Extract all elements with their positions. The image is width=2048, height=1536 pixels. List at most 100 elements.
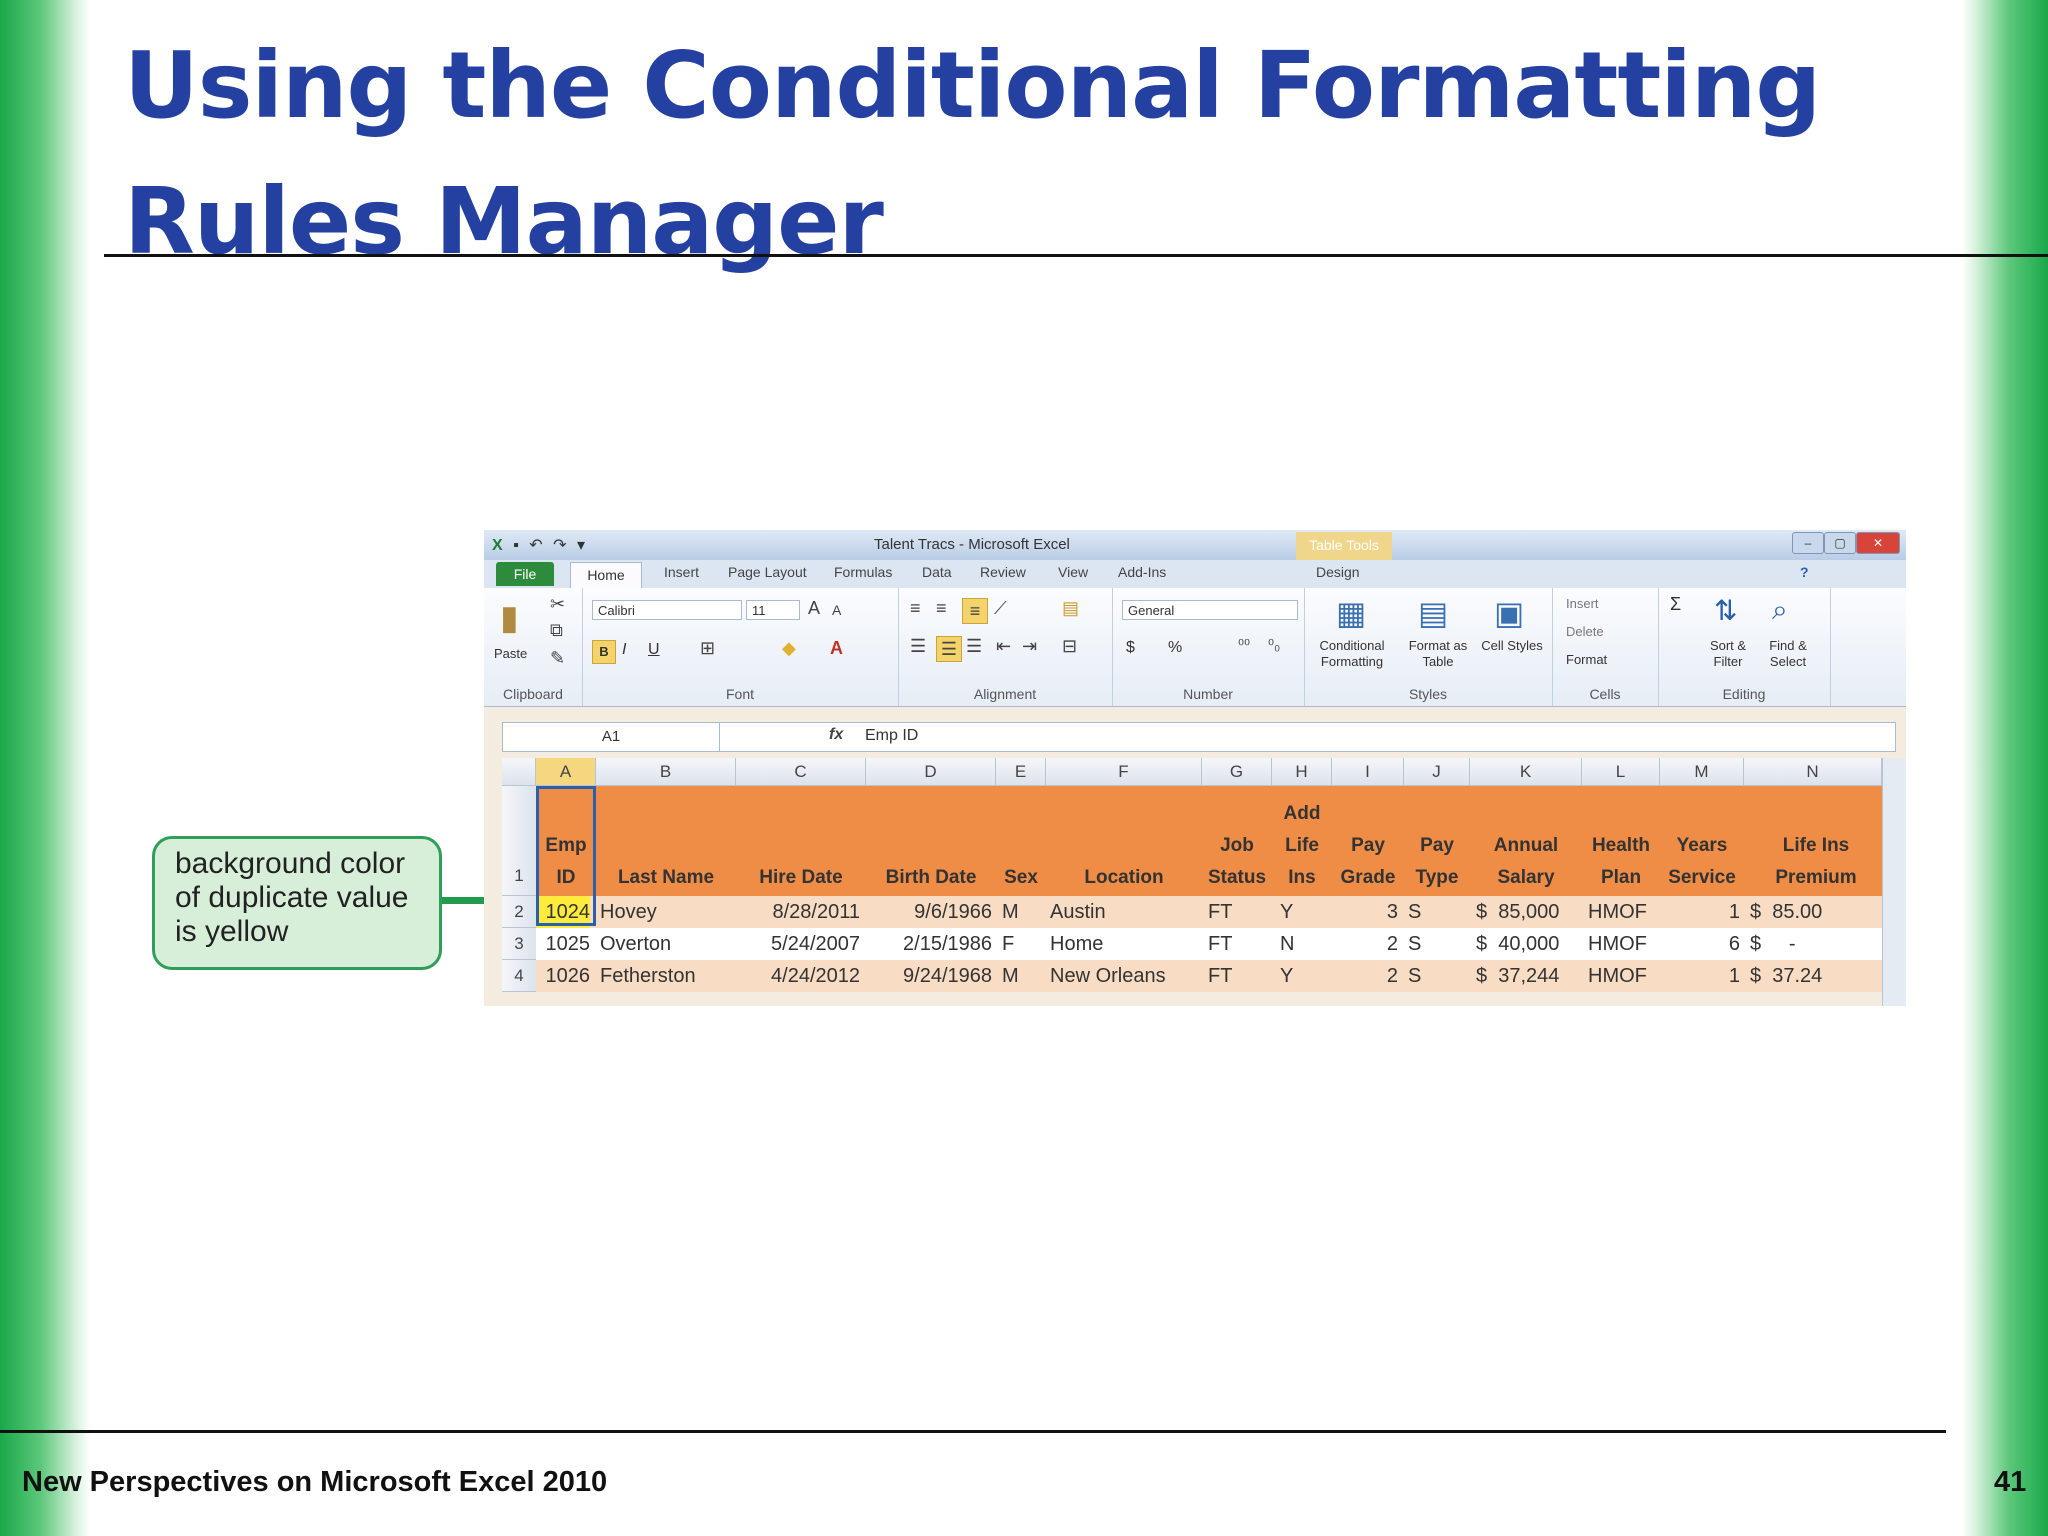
column-header-k[interactable]: K (1470, 758, 1582, 786)
help-icon[interactable]: ? (1800, 564, 1809, 580)
cell-last-name[interactable]: Hovey (600, 896, 736, 928)
fill-color-icon[interactable]: ◆ (782, 638, 796, 659)
tab-insert[interactable]: Insert (664, 564, 699, 580)
conditional-formatting-icon[interactable]: ▦ (1336, 594, 1366, 632)
align-center-icon[interactable]: ☰ (936, 636, 962, 662)
font-size-box[interactable]: 11 (746, 600, 800, 620)
column-header-a[interactable]: A (536, 758, 596, 786)
column-header-i[interactable]: I (1332, 758, 1404, 786)
bold-button[interactable]: B (592, 640, 616, 664)
formula-input[interactable]: Emp ID (865, 727, 918, 745)
border-icon[interactable]: ⊞ (700, 638, 715, 659)
column-header-g[interactable]: G (1202, 758, 1272, 786)
cell-job-status[interactable]: FT (1208, 928, 1268, 960)
merge-center-icon[interactable]: ⊟ (1062, 636, 1077, 657)
underline-button[interactable]: U (648, 642, 660, 658)
header-job-status[interactable]: Job Status (1202, 786, 1272, 896)
header-pay-grade[interactable]: Pay Grade (1332, 786, 1404, 896)
align-middle-icon[interactable]: ≡ (936, 598, 947, 619)
autosum-button[interactable]: Σ (1670, 595, 1681, 613)
column-header-f[interactable]: F (1046, 758, 1202, 786)
column-header-l[interactable]: L (1582, 758, 1660, 786)
tab-page-layout[interactable]: Page Layout (728, 564, 807, 580)
grow-font-icon[interactable]: A (808, 598, 820, 619)
fx-icon[interactable]: fx (829, 726, 843, 744)
header-life-ins-premium[interactable]: Life Ins Premium (1744, 786, 1882, 896)
redo-icon[interactable]: ↷ (553, 535, 566, 555)
cell-pay-grade[interactable]: 2 (1332, 960, 1398, 992)
currency-button[interactable]: $ (1126, 640, 1135, 656)
column-header-n[interactable]: N (1744, 758, 1882, 786)
column-header-d[interactable]: D (866, 758, 996, 786)
cell-location[interactable]: Austin (1050, 896, 1200, 928)
cell-styles-button[interactable]: Cell Styles (1480, 638, 1544, 654)
paste-icon[interactable]: ▮ (500, 598, 519, 638)
cell-pay-grade[interactable]: 2 (1332, 928, 1398, 960)
tab-home[interactable]: Home (570, 562, 642, 589)
sort-filter-icon[interactable]: ⇅ (1714, 594, 1737, 627)
cell-add-life-ins[interactable]: N (1280, 928, 1330, 960)
tab-data[interactable]: Data (922, 564, 952, 580)
cell-health-plan[interactable]: HMOF (1588, 896, 1660, 928)
orientation-icon[interactable]: ⟋ (994, 598, 1007, 619)
close-button[interactable]: ✕ (1856, 532, 1900, 554)
row-header-1[interactable]: 1 (502, 786, 536, 896)
cell-life-ins-premium[interactable]: $ 85.00 (1750, 896, 1882, 928)
cell-years-service[interactable]: 6 (1666, 928, 1740, 960)
header-sex[interactable]: Sex (996, 786, 1046, 896)
italic-button[interactable]: I (622, 642, 626, 658)
align-right-icon[interactable]: ☰ (966, 636, 982, 657)
cell-life-ins-premium[interactable]: $ 37.24 (1750, 960, 1882, 992)
sort-filter-button[interactable]: Sort & Filter (1702, 638, 1754, 670)
cell-location[interactable]: New Orleans (1050, 960, 1200, 992)
cell-years-service[interactable]: 1 (1666, 960, 1740, 992)
header-last-name[interactable]: Last Name (596, 786, 736, 896)
qat-dropdown-icon[interactable]: ▾ (577, 535, 585, 555)
number-format-box[interactable]: General (1122, 600, 1298, 620)
cell-birth-date[interactable]: 2/15/1986 (866, 928, 992, 960)
find-select-icon[interactable]: ⌕ (1772, 594, 1788, 627)
cell-pay-type[interactable]: S (1408, 928, 1464, 960)
column-header-b[interactable]: B (596, 758, 736, 786)
column-header-e[interactable]: E (996, 758, 1046, 786)
cell-emp-id[interactable]: 1025 (536, 928, 591, 960)
undo-icon[interactable]: ↶ (529, 535, 542, 555)
tab-formulas[interactable]: Formulas (834, 564, 892, 580)
conditional-formatting-button[interactable]: Conditional Formatting (1308, 638, 1396, 670)
column-header-h[interactable]: H (1272, 758, 1332, 786)
format-as-table-button[interactable]: Format as Table (1400, 638, 1476, 670)
save-icon[interactable]: ▪ (513, 537, 519, 555)
cell-sex[interactable]: M (1002, 896, 1046, 928)
column-header-m[interactable]: M (1660, 758, 1744, 786)
cell-emp-id[interactable]: 1026 (536, 960, 591, 992)
tab-file[interactable]: File (496, 562, 554, 586)
row-header-3[interactable]: 3 (502, 928, 536, 960)
select-all-corner[interactable] (502, 758, 536, 786)
cell-sex[interactable]: F (1002, 928, 1046, 960)
vertical-scrollbar[interactable] (1882, 758, 1906, 1006)
tab-add-ins[interactable]: Add-Ins (1118, 564, 1166, 580)
cell-birth-date[interactable]: 9/24/1968 (866, 960, 992, 992)
cell-job-status[interactable]: FT (1208, 896, 1268, 928)
cell-life-ins-premium[interactable]: $ - (1750, 928, 1882, 960)
format-painter-icon[interactable]: ✎ (550, 648, 565, 669)
align-bottom-icon[interactable]: ≡ (962, 598, 988, 624)
header-years-service[interactable]: Years Service (1660, 786, 1744, 896)
header-health-plan[interactable]: Health Plan (1582, 786, 1660, 896)
cell-hire-date[interactable]: 5/24/2007 (736, 928, 860, 960)
cell-add-life-ins[interactable]: Y (1280, 960, 1330, 992)
maximize-button[interactable]: ▢ (1824, 532, 1856, 554)
name-box[interactable]: A1 (503, 723, 720, 751)
paste-button[interactable]: Paste (494, 646, 527, 662)
decrease-indent-icon[interactable]: ⇤ (996, 636, 1011, 657)
cell-annual-salary[interactable]: $ 40,000 (1476, 928, 1582, 960)
cell-annual-salary[interactable]: $ 85,000 (1476, 896, 1582, 928)
cell-hire-date[interactable]: 8/28/2011 (736, 896, 861, 928)
cell-pay-grade[interactable]: 3 (1332, 896, 1398, 928)
find-select-button[interactable]: Find & Select (1758, 638, 1818, 670)
cell-location[interactable]: Home (1050, 928, 1200, 960)
cell-sex[interactable]: M (1002, 960, 1046, 992)
tab-view[interactable]: View (1058, 564, 1088, 580)
header-birth-date[interactable]: Birth Date (866, 786, 996, 896)
shrink-font-icon[interactable]: A (832, 602, 841, 618)
